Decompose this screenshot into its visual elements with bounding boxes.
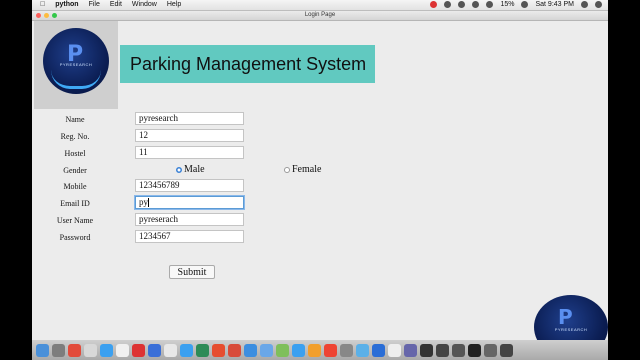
dock-app-icon[interactable] bbox=[484, 343, 497, 357]
hand-icon bbox=[51, 70, 101, 89]
dock-app-icon[interactable] bbox=[260, 343, 273, 357]
search-icon[interactable] bbox=[581, 1, 588, 8]
mobile-field[interactable]: 123456789 bbox=[135, 179, 244, 192]
menu-window[interactable]: Window bbox=[132, 1, 157, 8]
clock[interactable]: Sat 9:43 PM bbox=[535, 1, 574, 8]
record-icon[interactable] bbox=[430, 1, 438, 8]
dock-app-icon[interactable] bbox=[36, 343, 49, 357]
wifi-icon[interactable] bbox=[486, 1, 494, 8]
dock-app-icon[interactable] bbox=[420, 343, 433, 357]
radio-unselected-icon bbox=[284, 166, 290, 173]
dock-app-icon[interactable] bbox=[292, 343, 305, 357]
page-title: Parking Management System bbox=[130, 53, 367, 74]
password-label: Password bbox=[59, 233, 91, 242]
dock-app-icon[interactable] bbox=[116, 343, 129, 357]
dock-app-icon[interactable] bbox=[84, 343, 97, 357]
gender-male-label: Male bbox=[184, 164, 205, 175]
dock-app-icon[interactable] bbox=[196, 343, 209, 357]
gender-label: Gender bbox=[63, 166, 87, 175]
logo-panel: P PYRESEARCH bbox=[34, 21, 118, 109]
username-field[interactable]: pyreserach bbox=[135, 213, 244, 226]
password-field[interactable]: 1234567 bbox=[135, 230, 244, 243]
dock-app-icon[interactable] bbox=[68, 343, 81, 357]
email-value: py bbox=[139, 197, 148, 207]
battery-percent: 15% bbox=[500, 1, 515, 8]
dock-app-icon[interactable] bbox=[148, 343, 161, 357]
gender-female-label: Female bbox=[292, 164, 322, 175]
dock-app-icon[interactable] bbox=[308, 343, 321, 357]
dock-app-icon[interactable] bbox=[132, 343, 145, 357]
dock-app-icon[interactable] bbox=[212, 343, 225, 357]
email-field[interactable]: py bbox=[135, 196, 244, 209]
dropbox-icon[interactable] bbox=[458, 1, 466, 8]
menu-bar:  python File Edit Window Help 15% Sat 9… bbox=[32, 0, 608, 11]
dock-app-icon[interactable] bbox=[52, 343, 65, 357]
regno-label: Reg. No. bbox=[60, 132, 90, 141]
gender-female-radio[interactable]: Female bbox=[284, 164, 321, 175]
login-window: Login Page P PYRESEARCH Parking Manageme… bbox=[32, 11, 608, 340]
hostel-label: Hostel bbox=[64, 149, 86, 158]
hostel-field[interactable]: 11 bbox=[135, 146, 244, 159]
gender-male-radio[interactable]: Male bbox=[176, 164, 205, 175]
dock-app-icon[interactable] bbox=[436, 343, 449, 357]
submit-button[interactable]: Submit bbox=[169, 265, 215, 279]
dock-app-icon[interactable] bbox=[100, 343, 113, 357]
watermark-logo-letter: P bbox=[558, 305, 573, 329]
dock-app-icon[interactable] bbox=[388, 343, 401, 357]
dock-app-icon[interactable] bbox=[500, 343, 513, 357]
dock-app-icon[interactable] bbox=[404, 343, 417, 357]
app-menu[interactable]: python bbox=[55, 1, 78, 8]
menu-file[interactable]: File bbox=[89, 1, 100, 8]
app-banner: Parking Management System bbox=[120, 45, 375, 83]
dock bbox=[32, 340, 608, 360]
watermark-logo-text: PYRESEARCH bbox=[554, 327, 588, 332]
regno-field[interactable]: 12 bbox=[135, 129, 244, 142]
notification-icon[interactable] bbox=[595, 1, 602, 8]
dock-app-icon[interactable] bbox=[340, 343, 353, 357]
dock-app-icon[interactable] bbox=[324, 343, 337, 357]
dock-app-icon[interactable] bbox=[356, 343, 369, 357]
username-label: User Name bbox=[56, 216, 94, 225]
menu-edit[interactable]: Edit bbox=[110, 1, 122, 8]
logo-text: PYRESEARCH bbox=[59, 62, 93, 67]
dock-app-icon[interactable] bbox=[452, 343, 465, 357]
dock-app-icon[interactable] bbox=[228, 343, 241, 357]
dock-app-icon[interactable] bbox=[164, 343, 177, 357]
title-bar: Login Page bbox=[32, 11, 608, 21]
dock-app-icon[interactable] bbox=[372, 343, 385, 357]
mobile-label: Mobile bbox=[63, 182, 87, 191]
text-caret bbox=[148, 198, 149, 208]
apple-menu-icon[interactable]:  bbox=[40, 1, 45, 8]
radio-selected-icon bbox=[176, 166, 182, 173]
bluetooth-icon[interactable] bbox=[472, 1, 480, 8]
dock-app-icon[interactable] bbox=[468, 343, 481, 357]
logo: P PYRESEARCH bbox=[43, 28, 109, 94]
dock-app-icon[interactable] bbox=[276, 343, 289, 357]
window-title: Login Page bbox=[304, 12, 336, 18]
dock-app-icon[interactable] bbox=[244, 343, 257, 357]
share-icon[interactable] bbox=[444, 1, 452, 8]
email-label: Email ID bbox=[60, 199, 90, 208]
name-field[interactable]: pyresearch bbox=[135, 112, 244, 125]
menu-help[interactable]: Help bbox=[167, 1, 181, 8]
dock-app-icon[interactable] bbox=[180, 343, 193, 357]
battery-icon[interactable] bbox=[521, 1, 529, 8]
name-label: Name bbox=[65, 115, 85, 124]
